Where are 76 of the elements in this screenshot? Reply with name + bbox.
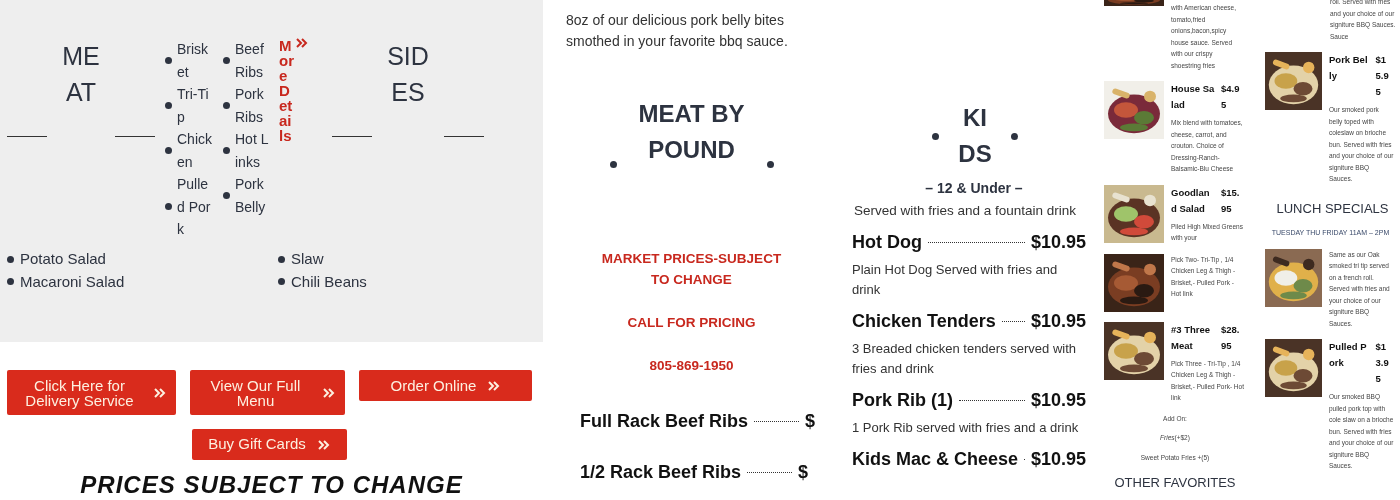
double-chevron-icon <box>488 380 501 391</box>
section-heading: KIDS <box>957 103 993 169</box>
item-name: #3 Three Meat <box>1171 322 1212 353</box>
meat-item: Pork Belly <box>235 175 267 217</box>
bullet-icon <box>223 192 230 199</box>
item-price: $15.95 <box>1221 185 1241 216</box>
side-item: Macaroni Salad <box>20 271 125 292</box>
meat-item: Hot Links <box>235 130 270 172</box>
meat-item: Tri-Tip <box>177 85 210 127</box>
notice-text: 805-869-1950 <box>648 357 735 375</box>
meat-item: Pork Ribs <box>235 85 265 127</box>
item-name: Full Rack Beef Ribs <box>580 410 749 433</box>
note-text: Served with fries and a fountain drink <box>852 202 1078 220</box>
bullet-icon <box>165 102 172 109</box>
section-heading: SIDES <box>386 41 430 108</box>
item-price: $4.95 <box>1221 82 1241 112</box>
link-button[interactable]: Buy Gift Cards <box>191 429 347 460</box>
section-heading: LUNCH SPECIALS <box>1275 199 1390 218</box>
notice-text: CALL FOR PRICING <box>626 314 757 332</box>
item-price: $10.95 <box>1030 448 1086 471</box>
banner-text: PRICES SUBJECT TO CHANGE <box>79 470 464 500</box>
item-price: $10.95 <box>1030 389 1086 412</box>
bullet-icon <box>165 147 172 154</box>
bullet-icon <box>223 57 230 64</box>
item-price: $15.95 <box>1375 53 1390 99</box>
item-name: Hot Dog <box>852 231 922 254</box>
subheading: – 12 & Under – <box>924 179 1024 198</box>
bullet-icon <box>278 278 285 286</box>
double-chevron-icon <box>323 387 335 398</box>
bullet-icon <box>7 255 14 263</box>
item-price: $ <box>798 461 809 484</box>
item-name: Pork Rib (1) <box>852 389 953 412</box>
item-description: Plain Hot Dog Served with fries and drink <box>852 261 1059 300</box>
bullet-icon <box>766 161 774 168</box>
item-name: Pulled Pork <box>1329 340 1368 370</box>
double-chevron-icon <box>317 439 330 450</box>
link-button[interactable]: View Our Full Menu <box>190 370 345 415</box>
bullet-icon <box>223 147 230 154</box>
double-chevron-icon <box>296 38 308 48</box>
section-heading: OTHER FAVORITES <box>1113 473 1237 492</box>
section-heading: MEAT <box>61 41 101 108</box>
bullet-icon <box>609 161 617 168</box>
bullet-icon <box>165 203 172 211</box>
item-price: $13.95 <box>1375 340 1390 386</box>
item-description: 8oz of our delicious pork belly bites smothed in your favorite bbq sauce. <box>565 11 789 51</box>
item-name: Pork Belly <box>1329 53 1369 83</box>
bullet-icon <box>932 132 939 140</box>
meat-item: Brisket <box>177 40 210 82</box>
notice-text: MARKET PRICES-SUBJECT TO CHANGE <box>600 250 783 289</box>
item-price: $28.95 <box>1221 322 1241 353</box>
bullet-icon <box>223 102 230 109</box>
item-name: Kids Mac & Cheese <box>852 448 1019 471</box>
bullet-icon <box>278 255 285 263</box>
more-details-link[interactable]: More Details <box>279 38 308 143</box>
item-name: 1/2 Rack Beef Ribs <box>580 461 742 484</box>
item-price: $ <box>805 410 816 433</box>
item-name: House Salad <box>1171 82 1215 112</box>
side-item: Chili Beans <box>291 271 367 292</box>
item-price: $10.95 <box>1030 231 1086 254</box>
link-button[interactable]: Click Here for Delivery Service <box>7 370 176 415</box>
meat-item: Chicken <box>177 130 213 172</box>
meat-item: Beef Ribs <box>235 40 265 82</box>
item-description: 3 Breaded chicken tenders served with fries and drink <box>852 340 1077 379</box>
bullet-icon <box>1011 132 1018 140</box>
section-heading: MEAT BY POUND <box>637 99 746 165</box>
bullet-icon <box>165 57 172 64</box>
bullet-icon <box>7 278 14 286</box>
meat-item: Pulled Pork <box>177 175 212 239</box>
item-description: 1 Pork Rib served with fries and a drink <box>852 419 1080 438</box>
item-price: $10.95 <box>1030 310 1086 333</box>
item-name: Chicken Tenders <box>852 310 996 333</box>
double-chevron-icon <box>154 387 166 398</box>
link-button[interactable]: Order Online <box>359 370 532 401</box>
side-item: Potato Salad <box>20 249 106 269</box>
side-item: Slaw <box>291 249 324 269</box>
item-name: Goodland Salad <box>1171 185 1211 216</box>
